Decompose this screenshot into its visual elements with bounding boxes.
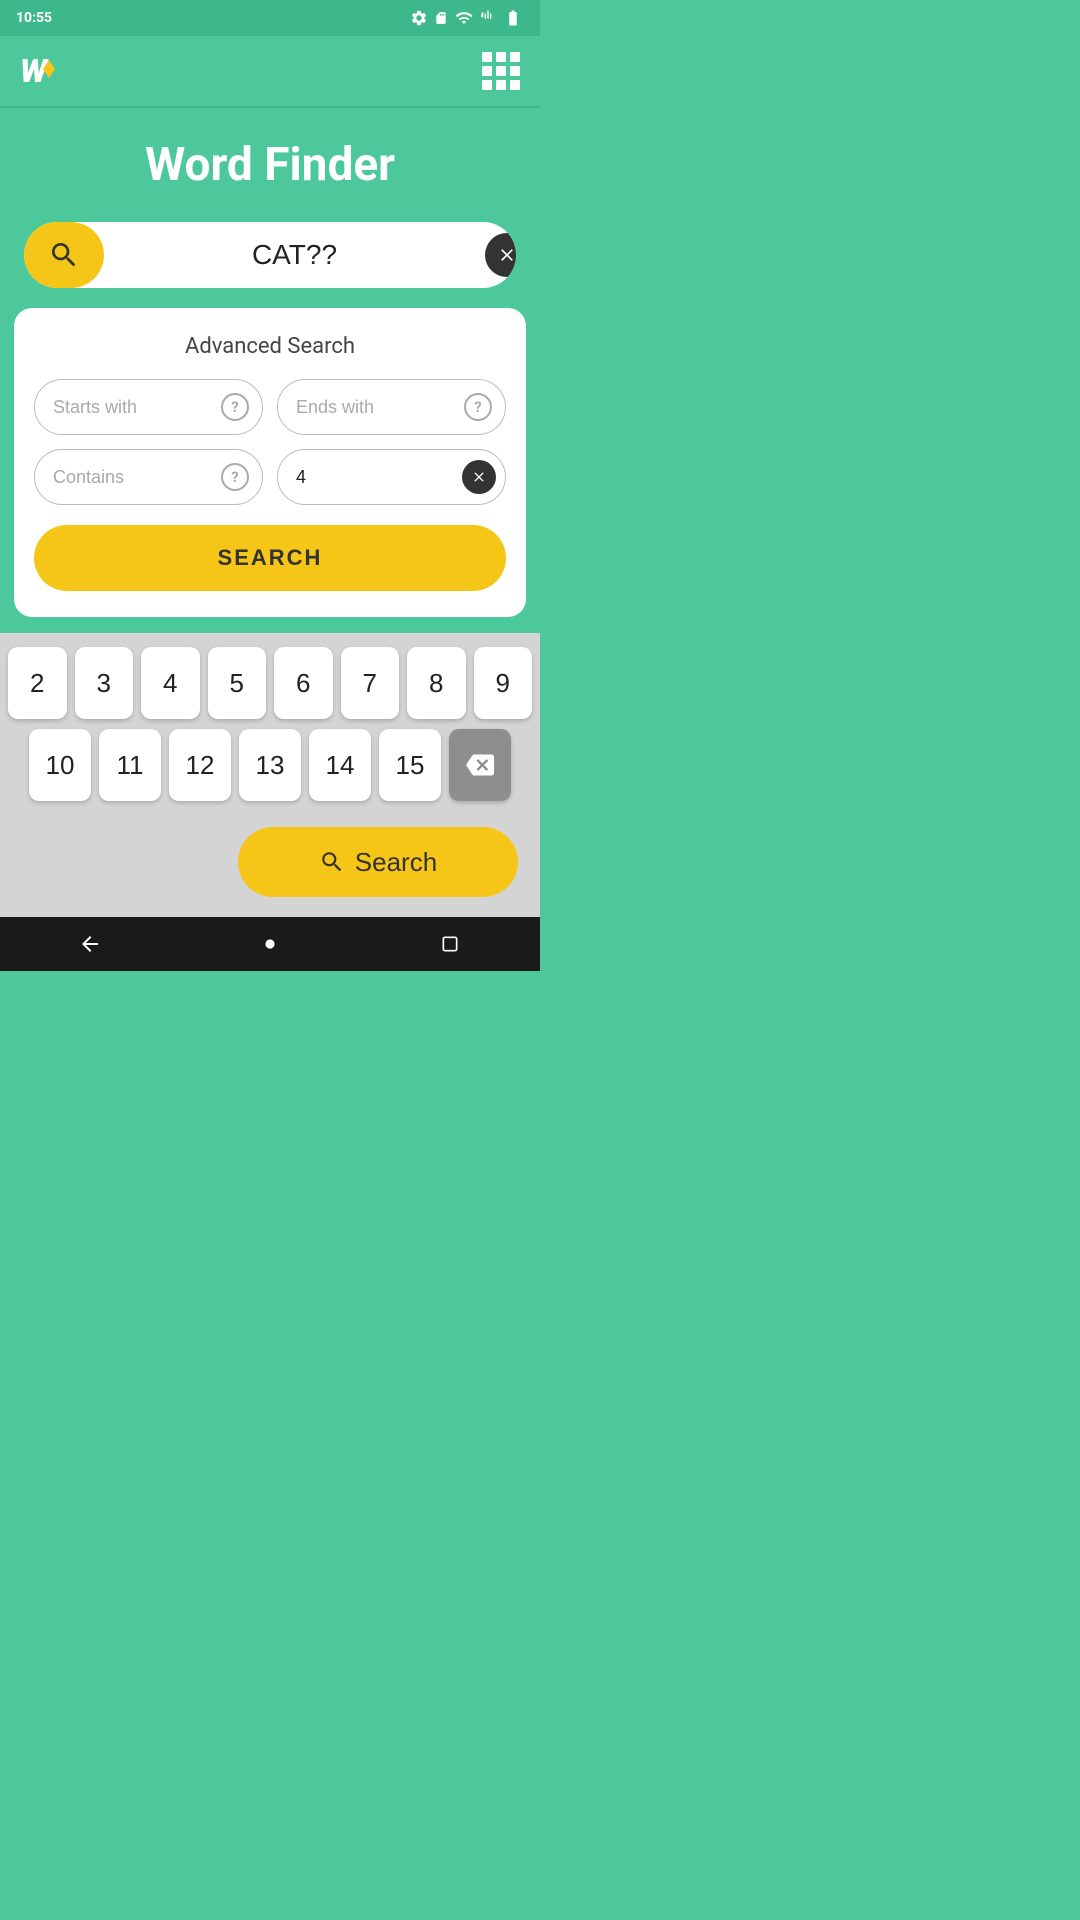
key-8[interactable]: 8 xyxy=(407,647,466,719)
page-title: Word Finder xyxy=(0,108,540,222)
bottom-search-button[interactable]: Search xyxy=(238,827,518,897)
word-length-clear-button[interactable] xyxy=(462,460,496,494)
starts-with-wrap: ? xyxy=(34,379,263,435)
nav-home-button[interactable] xyxy=(250,924,290,964)
contains-help-icon[interactable]: ? xyxy=(221,463,249,491)
grid-dot xyxy=(496,80,506,90)
key-13[interactable]: 13 xyxy=(239,729,301,801)
advanced-row-1: ? ? xyxy=(34,379,506,435)
grid-dot xyxy=(482,80,492,90)
nav-back-button[interactable] xyxy=(70,924,110,964)
key-6[interactable]: 6 xyxy=(274,647,333,719)
key-7[interactable]: 7 xyxy=(341,647,400,719)
key-2[interactable]: 2 xyxy=(8,647,67,719)
grid-dot xyxy=(496,52,506,62)
grid-menu-button[interactable] xyxy=(482,52,520,90)
sdcard-icon xyxy=(434,9,448,27)
search-icon xyxy=(319,849,345,875)
status-time: 10:55 xyxy=(16,10,52,26)
keyboard-delete-button[interactable] xyxy=(449,729,511,801)
status-bar: 10:55 xyxy=(0,0,540,36)
word-length-wrap xyxy=(277,449,506,505)
key-10[interactable]: 10 xyxy=(29,729,91,801)
contains-wrap: ? xyxy=(34,449,263,505)
advanced-search-title: Advanced Search xyxy=(34,334,506,359)
search-icon xyxy=(48,239,80,271)
grid-dot xyxy=(510,80,520,90)
grid-dot xyxy=(496,66,506,76)
battery-icon xyxy=(502,9,524,27)
app-logo[interactable]: W xyxy=(20,55,55,87)
grid-dot xyxy=(510,52,520,62)
keyboard-row-1: 2 3 4 5 6 7 8 9 xyxy=(8,647,532,719)
top-bar: W xyxy=(0,36,540,108)
key-12[interactable]: 12 xyxy=(169,729,231,801)
key-14[interactable]: 14 xyxy=(309,729,371,801)
nav-bar xyxy=(0,917,540,971)
bottom-search-label: Search xyxy=(355,847,437,878)
search-bar xyxy=(24,222,516,288)
nav-recents-button[interactable] xyxy=(430,924,470,964)
main-search-input[interactable] xyxy=(104,239,485,271)
status-icons xyxy=(410,9,524,27)
keyboard-row-2: 10 11 12 13 14 15 xyxy=(8,729,532,801)
grid-dot xyxy=(482,66,492,76)
grid-dot xyxy=(482,52,492,62)
advanced-search-panel: Advanced Search ? ? ? SEARCH xyxy=(14,308,526,617)
wifi-icon xyxy=(454,9,474,27)
advanced-row-2: ? xyxy=(34,449,506,505)
keyboard-area: 2 3 4 5 6 7 8 9 10 11 12 13 14 15 Search xyxy=(0,633,540,917)
signal-icon xyxy=(480,9,496,27)
settings-icon xyxy=(410,9,428,27)
key-11[interactable]: 11 xyxy=(99,729,161,801)
logo-w: W xyxy=(20,55,47,87)
ends-with-wrap: ? xyxy=(277,379,506,435)
grid-dot xyxy=(510,66,520,76)
ends-with-help-icon[interactable]: ? xyxy=(464,393,492,421)
key-4[interactable]: 4 xyxy=(141,647,200,719)
key-5[interactable]: 5 xyxy=(208,647,267,719)
close-icon xyxy=(497,245,516,265)
home-icon xyxy=(259,933,281,955)
key-9[interactable]: 9 xyxy=(474,647,533,719)
main-clear-button[interactable] xyxy=(485,233,516,277)
close-icon xyxy=(471,469,487,485)
search-bar-container xyxy=(0,222,540,308)
key-3[interactable]: 3 xyxy=(75,647,134,719)
advanced-search-button[interactable]: SEARCH xyxy=(34,525,506,591)
search-icon-button[interactable] xyxy=(24,222,104,288)
back-icon xyxy=(78,932,102,956)
backspace-icon xyxy=(466,751,494,779)
key-15[interactable]: 15 xyxy=(379,729,441,801)
starts-with-help-icon[interactable]: ? xyxy=(221,393,249,421)
recents-icon xyxy=(440,934,460,954)
